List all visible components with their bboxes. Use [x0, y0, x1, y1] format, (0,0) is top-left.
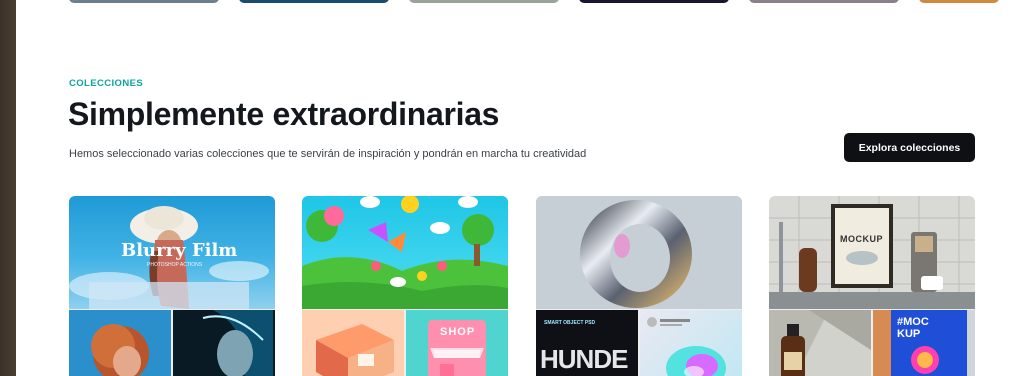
collection-thumb [769, 310, 871, 376]
collection-thumb: SHOP [406, 310, 508, 376]
mockup-poster-text: #MOC KUP [897, 316, 929, 340]
collection-cover-image: Blurry Film PHOTOSHOP ACTIONS [69, 196, 275, 309]
collection-card-blurry-film[interactable]: Blurry Film PHOTOSHOP ACTIONS [69, 196, 275, 376]
collection-cover-image [536, 196, 742, 309]
collection-thumb [173, 310, 275, 376]
prev-thumb[interactable] [409, 0, 559, 3]
collection-thumb: #MOC KUP [873, 310, 975, 376]
explore-collections-button[interactable]: Explora colecciones [844, 133, 975, 162]
collections-section: COLECCIONES Simplemente extraordinarias … [16, 0, 1028, 376]
smart-object-label: SMART OBJECT PSD [544, 320, 596, 326]
collection-thumb [69, 310, 171, 376]
mockup-frame-text: MOCKUP [840, 234, 883, 244]
blurry-film-overlay-title: Blurry Film [121, 240, 238, 261]
section-title: Simplemente extraordinarias [68, 96, 500, 132]
collection-cover-image: MOCKUP [769, 196, 975, 309]
collection-cover-image [302, 196, 508, 309]
blurry-film-overlay-sub: PHOTOSHOP ACTIONS [147, 262, 203, 268]
page-left-edge [0, 0, 16, 376]
collection-thumb [640, 310, 742, 376]
section-description: Hemos seleccionado varias colecciones qu… [69, 148, 587, 160]
shop-sign-text: SHOP [440, 326, 476, 338]
collection-thumb: SMART OBJECT PSD HUNDE [536, 310, 638, 376]
collection-card-3d-illustrations[interactable]: SHOP [302, 196, 508, 376]
prev-thumb[interactable] [579, 0, 729, 3]
section-eyebrow: COLECCIONES [69, 78, 144, 89]
collection-card-smart-object[interactable]: SMART OBJECT PSD HUNDE [536, 196, 742, 376]
previous-carousel-edge [16, 0, 1028, 4]
prev-thumb[interactable] [239, 0, 389, 3]
smart-object-word: HUNDE [540, 344, 628, 374]
prev-thumb[interactable] [69, 0, 219, 3]
collection-thumb [302, 310, 404, 376]
collection-card-mockups[interactable]: MOCKUP #MOC KUP [769, 196, 975, 376]
prev-thumb[interactable] [919, 0, 999, 3]
prev-thumb[interactable] [749, 0, 899, 3]
